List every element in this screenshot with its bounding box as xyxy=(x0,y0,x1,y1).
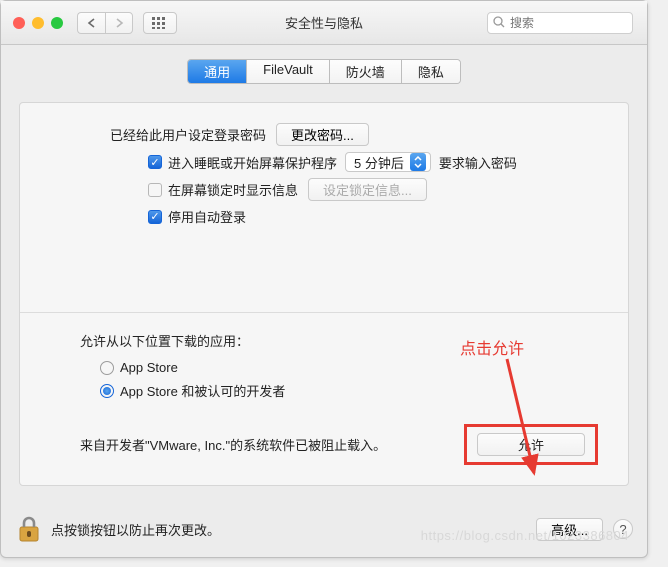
delay-popup[interactable]: 5 分钟后 xyxy=(345,152,431,172)
password-intro-label: 已经给此用户设定登录密码 xyxy=(110,125,266,144)
nav-group xyxy=(77,12,133,34)
back-button[interactable] xyxy=(77,12,105,34)
chevron-updown-icon xyxy=(410,153,426,171)
source-appstore-radio[interactable] xyxy=(100,361,114,375)
search-input[interactable] xyxy=(487,12,633,34)
footer-lock-text: 点按锁按钮以防止再次更改。 xyxy=(51,520,220,539)
content: 通用 FileVault 防火墙 隐私 已经给此用户设定登录密码 更改密码...… xyxy=(1,59,647,486)
tab-privacy[interactable]: 隐私 xyxy=(402,60,460,83)
close-icon[interactable] xyxy=(13,17,25,29)
prefs-window: 安全性与隐私 通用 FileVault 防火墙 隐私 已经给此用户设定登录密码 … xyxy=(0,0,648,558)
change-password-button[interactable]: 更改密码... xyxy=(276,123,369,146)
forward-button[interactable] xyxy=(105,12,133,34)
titlebar: 安全性与隐私 xyxy=(1,1,647,45)
general-panel: 已经给此用户设定登录密码 更改密码... ✓ 进入睡眠或开始屏幕保护程序 5 分… xyxy=(19,102,629,486)
disable-autologin-label: 停用自动登录 xyxy=(168,207,246,226)
sleep-prefix-label: 进入睡眠或开始屏幕保护程序 xyxy=(168,153,337,172)
maximize-icon[interactable] xyxy=(51,17,63,29)
traffic-lights xyxy=(1,17,63,29)
lock-message-label: 在屏幕锁定时显示信息 xyxy=(168,180,298,199)
minimize-icon[interactable] xyxy=(32,17,44,29)
sleep-suffix-label: 要求输入密码 xyxy=(439,153,517,172)
footer: 点按锁按钮以防止再次更改。 高级... ? xyxy=(1,501,647,557)
source-appstore-label: App Store xyxy=(120,360,178,375)
set-lock-message-button[interactable]: 设定锁定信息... xyxy=(308,178,427,201)
source-identified-radio[interactable] xyxy=(100,384,114,398)
tabs: 通用 FileVault 防火墙 隐私 xyxy=(1,59,647,84)
source-identified-label: App Store 和被认可的开发者 xyxy=(120,381,285,400)
annotation-arrow-icon xyxy=(462,353,562,503)
tab-general[interactable]: 通用 xyxy=(188,60,247,83)
help-button[interactable]: ? xyxy=(613,519,633,539)
tab-firewall[interactable]: 防火墙 xyxy=(330,60,402,83)
blocked-software-text: 来自开发者"VMware, Inc."的系统软件已被阻止载入。 xyxy=(80,435,386,454)
tab-filevault[interactable]: FileVault xyxy=(247,60,330,83)
delay-value: 5 分钟后 xyxy=(354,153,404,172)
show-all-button[interactable] xyxy=(143,12,177,34)
lock-message-checkbox[interactable] xyxy=(148,183,162,197)
require-password-checkbox[interactable]: ✓ xyxy=(148,155,162,169)
lock-icon[interactable] xyxy=(15,514,43,544)
disable-autologin-checkbox[interactable]: ✓ xyxy=(148,210,162,224)
search-icon xyxy=(493,16,505,31)
advanced-button[interactable]: 高级... xyxy=(536,518,603,541)
